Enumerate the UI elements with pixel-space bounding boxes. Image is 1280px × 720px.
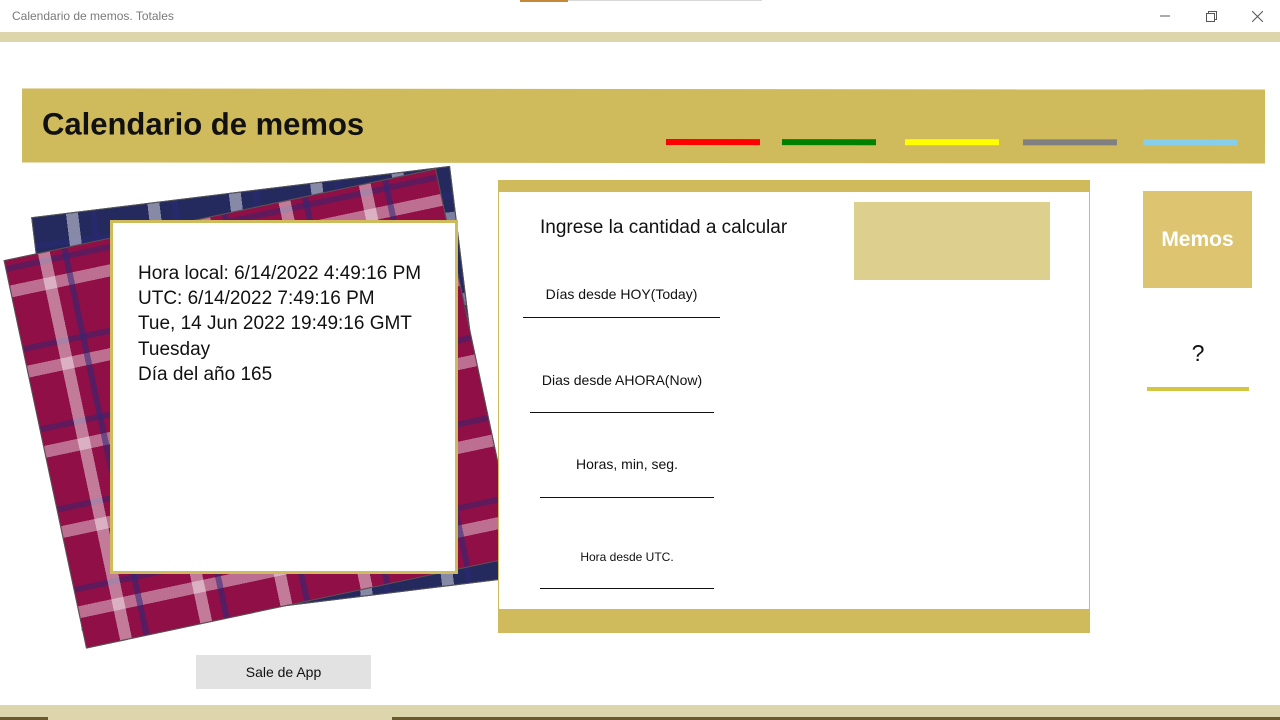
help-underline bbox=[1147, 387, 1249, 391]
time-since-utc-field[interactable]: Hora desde UTC. bbox=[540, 550, 714, 589]
title-accent-line bbox=[568, 0, 762, 1]
memos-button[interactable]: Memos bbox=[1143, 191, 1252, 288]
calculator-top-band bbox=[499, 181, 1089, 192]
color-bar-lightblue bbox=[1142, 139, 1237, 146]
days-since-now-field[interactable]: Dias desde AHORA(Now) bbox=[530, 372, 714, 413]
local-time-text: Hora local: 6/14/2022 4:49:16 PM bbox=[138, 263, 422, 284]
minimize-icon bbox=[1160, 15, 1170, 17]
gmt-string-text: Tue, 14 Jun 2022 19:49:16 GMT bbox=[138, 313, 412, 335]
color-bar-green bbox=[781, 139, 876, 146]
date-info-card: Hora local: 6/14/2022 4:49:16 PM UTC: 6/… bbox=[110, 220, 458, 574]
amount-input[interactable] bbox=[854, 202, 1050, 280]
exit-app-button[interactable]: Sale de App bbox=[196, 655, 371, 689]
page-title: Calendario de memos bbox=[41, 106, 365, 142]
restore-icon bbox=[1205, 10, 1217, 22]
hours-min-sec-field[interactable]: Horas, min, seg. bbox=[540, 456, 714, 498]
app-header: Calendario de memos bbox=[21, 88, 1266, 164]
calculator-prompt: Ingrese la cantidad a calcular bbox=[540, 217, 788, 238]
day-of-year-text: Día del año 165 bbox=[138, 363, 273, 385]
title-bar: Calendario de memos. Totales bbox=[0, 0, 1280, 32]
days-since-today-field[interactable]: Días desde HOY(Today) bbox=[523, 286, 720, 318]
help-button[interactable]: ? bbox=[1182, 340, 1214, 367]
color-bar-yellow bbox=[904, 139, 999, 146]
bottom-stripe bbox=[0, 705, 1280, 720]
calculator-bottom-band bbox=[499, 609, 1089, 632]
restore-button[interactable] bbox=[1188, 0, 1234, 32]
minimize-button[interactable] bbox=[1142, 0, 1188, 32]
window-title: Calendario de memos. Totales bbox=[12, 9, 174, 23]
close-button[interactable] bbox=[1234, 0, 1280, 32]
close-icon bbox=[1251, 10, 1263, 22]
color-bar-gray bbox=[1022, 139, 1117, 146]
color-bar-red bbox=[665, 139, 760, 146]
weekday-text: Tuesday bbox=[138, 338, 211, 360]
utc-time-text: UTC: 6/14/2022 7:49:16 PM bbox=[138, 288, 375, 310]
title-accent bbox=[520, 0, 568, 2]
top-stripe bbox=[0, 32, 1280, 42]
calculator-panel: Ingrese la cantidad a calcular Días desd… bbox=[498, 180, 1090, 633]
